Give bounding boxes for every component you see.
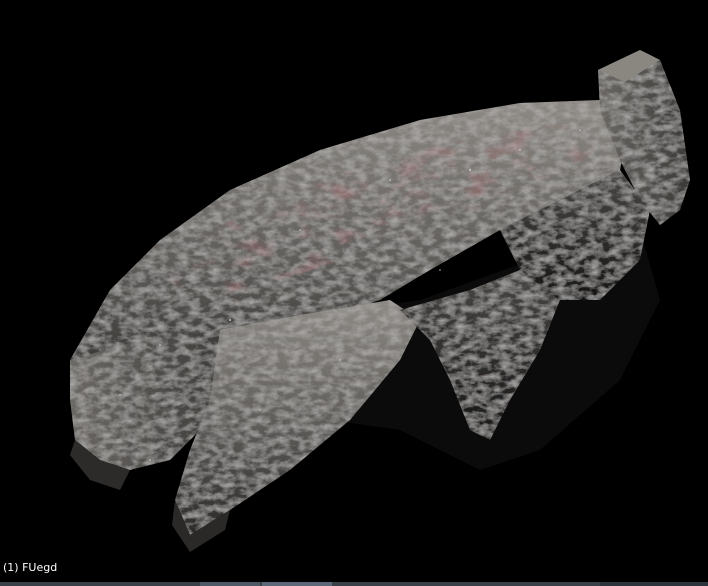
edge-segment [600,582,708,586]
object-name-label: (1) FUegd [3,561,58,574]
3d-viewport[interactable]: (1) FUegd [0,0,708,586]
edge-segment [262,582,332,586]
rendered-rock-model [70,50,690,552]
edge-segment [200,582,260,586]
viewport-bottom-edge [0,582,708,586]
